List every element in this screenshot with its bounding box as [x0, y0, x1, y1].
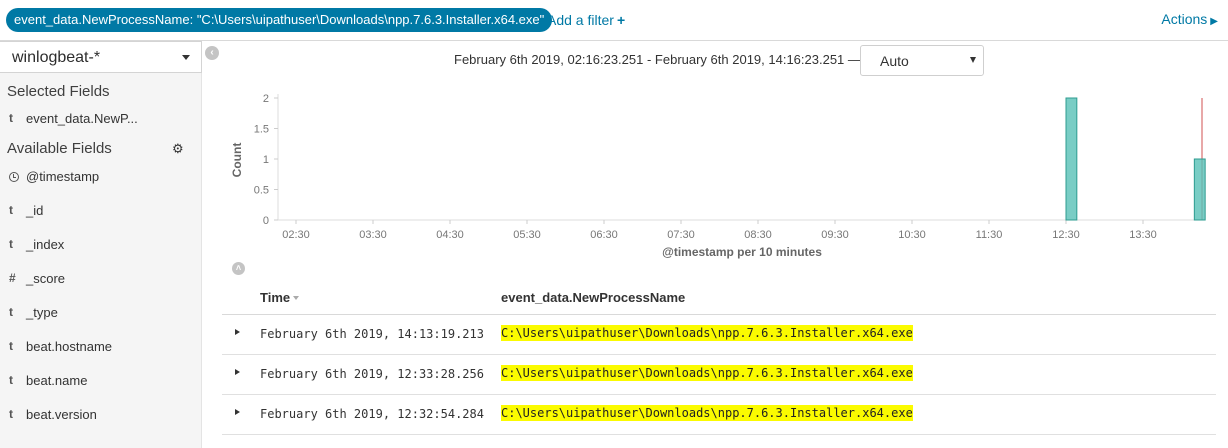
expand-caret-icon[interactable]: [235, 329, 240, 335]
row-process-name: C:\Users\uipathuser\Downloads\npp.7.6.3.…: [501, 365, 913, 381]
row-process-name: C:\Users\uipathuser\Downloads\npp.7.6.3.…: [501, 405, 913, 421]
time-range: February 6th 2019, 02:16:23.251 - Februa…: [454, 52, 861, 67]
row-time: February 6th 2019, 14:13:19.213: [260, 327, 484, 341]
string-type-icon: t: [9, 111, 13, 125]
row-time: February 6th 2019, 12:32:54.284: [260, 407, 484, 421]
string-type-icon: t: [9, 407, 13, 421]
field-item[interactable]: t _index: [0, 235, 200, 255]
x-tick-label: 12:30: [1052, 229, 1080, 241]
chevron-down-icon: [182, 55, 190, 60]
field-name: @timestamp: [26, 169, 100, 184]
x-tick-label: 06:30: [590, 229, 618, 241]
field-item[interactable]: t beat.hostname: [0, 337, 200, 357]
gear-icon[interactable]: ⚙: [172, 141, 184, 157]
y-axis-label: Count: [230, 143, 244, 178]
x-tick-label: 04:30: [436, 229, 464, 241]
column-header-time[interactable]: Time: [260, 290, 300, 305]
y-tick-label: 0: [263, 215, 269, 227]
field-item[interactable]: # _score: [0, 269, 200, 289]
y-tick-label: 1.5: [254, 124, 269, 136]
field-item[interactable]: t _id: [0, 201, 200, 221]
field-name: beat.name: [26, 373, 88, 388]
field-name: event_data.NewP...: [26, 111, 138, 126]
string-type-icon: t: [9, 305, 13, 319]
interval-value: Auto: [880, 53, 909, 69]
x-tick-label: 05:30: [513, 229, 541, 241]
sort-down-icon[interactable]: [293, 296, 300, 300]
add-filter-link[interactable]: Add a filter +: [547, 12, 625, 28]
collapse-chart-icon[interactable]: ˄: [232, 262, 245, 275]
collapse-sidebar-icon[interactable]: ‹: [205, 46, 219, 60]
column-header-time-label: Time: [260, 290, 291, 305]
y-tick-label: 2: [263, 93, 269, 105]
add-filter-label: Add a filter: [547, 12, 614, 28]
expand-caret-icon[interactable]: [235, 369, 240, 375]
histogram-bar: [1065, 97, 1078, 221]
row-process-name: C:\Users\uipathuser\Downloads\npp.7.6.3.…: [501, 325, 913, 341]
y-tick-label: 1: [263, 154, 269, 166]
dropdown-arrow-icon: [970, 57, 976, 63]
field-name: _index: [26, 237, 65, 252]
row-time: February 6th 2019, 12:33:28.256: [260, 367, 484, 381]
expand-caret-icon[interactable]: [235, 409, 240, 415]
x-tick-label: 11:30: [976, 229, 1003, 241]
x-axis-label: @timestamp per 10 minutes: [662, 245, 822, 259]
interval-select[interactable]: Auto: [860, 45, 984, 76]
string-type-icon: t: [9, 339, 13, 353]
x-tick-label: 07:30: [667, 229, 695, 241]
available-fields-title: Available Fields: [7, 140, 112, 157]
field-name: beat.hostname: [26, 339, 113, 354]
x-tick-label: 09:30: [821, 229, 849, 241]
string-type-icon: t: [9, 373, 13, 387]
field-item[interactable]: t _type: [0, 303, 200, 323]
field-item[interactable]: t event_data.NewP...: [0, 109, 200, 129]
y-tick-label: 0.5: [254, 185, 269, 197]
x-tick-label: 13:30: [1129, 229, 1157, 241]
table-row[interactable]: February 6th 2019, 12:33:28.256 C:\Users\…: [222, 355, 1216, 395]
field-name: beat.version: [26, 407, 97, 422]
field-item[interactable]: t beat.version: [0, 405, 200, 425]
field-item[interactable]: t beat.name: [0, 371, 200, 391]
filter-bar: event_data.NewProcessName: "C:\Users\uip…: [0, 0, 1228, 41]
field-sidebar: winlogbeat-* Selected Fields t event_data…: [0, 41, 202, 448]
x-tick-label: 08:30: [744, 229, 772, 241]
table-row[interactable]: February 6th 2019, 14:13:19.213 C:\Users\…: [222, 315, 1216, 355]
field-name: _score: [26, 271, 66, 286]
caret-right-icon: ▶: [1210, 16, 1218, 27]
field-name: _type: [26, 305, 58, 320]
selected-fields-title: Selected Fields: [7, 83, 110, 100]
x-tick-label: 03:30: [359, 229, 387, 241]
x-tick-label: 10:30: [898, 229, 926, 241]
field-item[interactable]: @timestamp: [0, 167, 200, 187]
plus-icon: +: [616, 12, 626, 28]
filter-pill[interactable]: event_data.NewProcessName: "C:\Users\uip…: [6, 8, 553, 32]
x-tick-label: 02:30: [282, 229, 310, 241]
index-pattern-select[interactable]: winlogbeat-*: [0, 41, 202, 73]
number-type-icon: #: [9, 271, 16, 285]
column-header-field[interactable]: event_data.NewProcessName: [501, 290, 685, 305]
actions-link[interactable]: Actions ▶: [1161, 11, 1218, 27]
string-type-icon: t: [9, 203, 13, 217]
actions-label: Actions: [1161, 11, 1208, 27]
table-row[interactable]: February 6th 2019, 12:32:54.284 C:\Users\…: [222, 395, 1216, 435]
clock-icon: [9, 169, 19, 183]
histogram-bar: [1193, 158, 1206, 221]
field-name: _id: [26, 203, 44, 218]
index-pattern-value: winlogbeat-*: [12, 49, 101, 66]
string-type-icon: t: [9, 237, 13, 251]
